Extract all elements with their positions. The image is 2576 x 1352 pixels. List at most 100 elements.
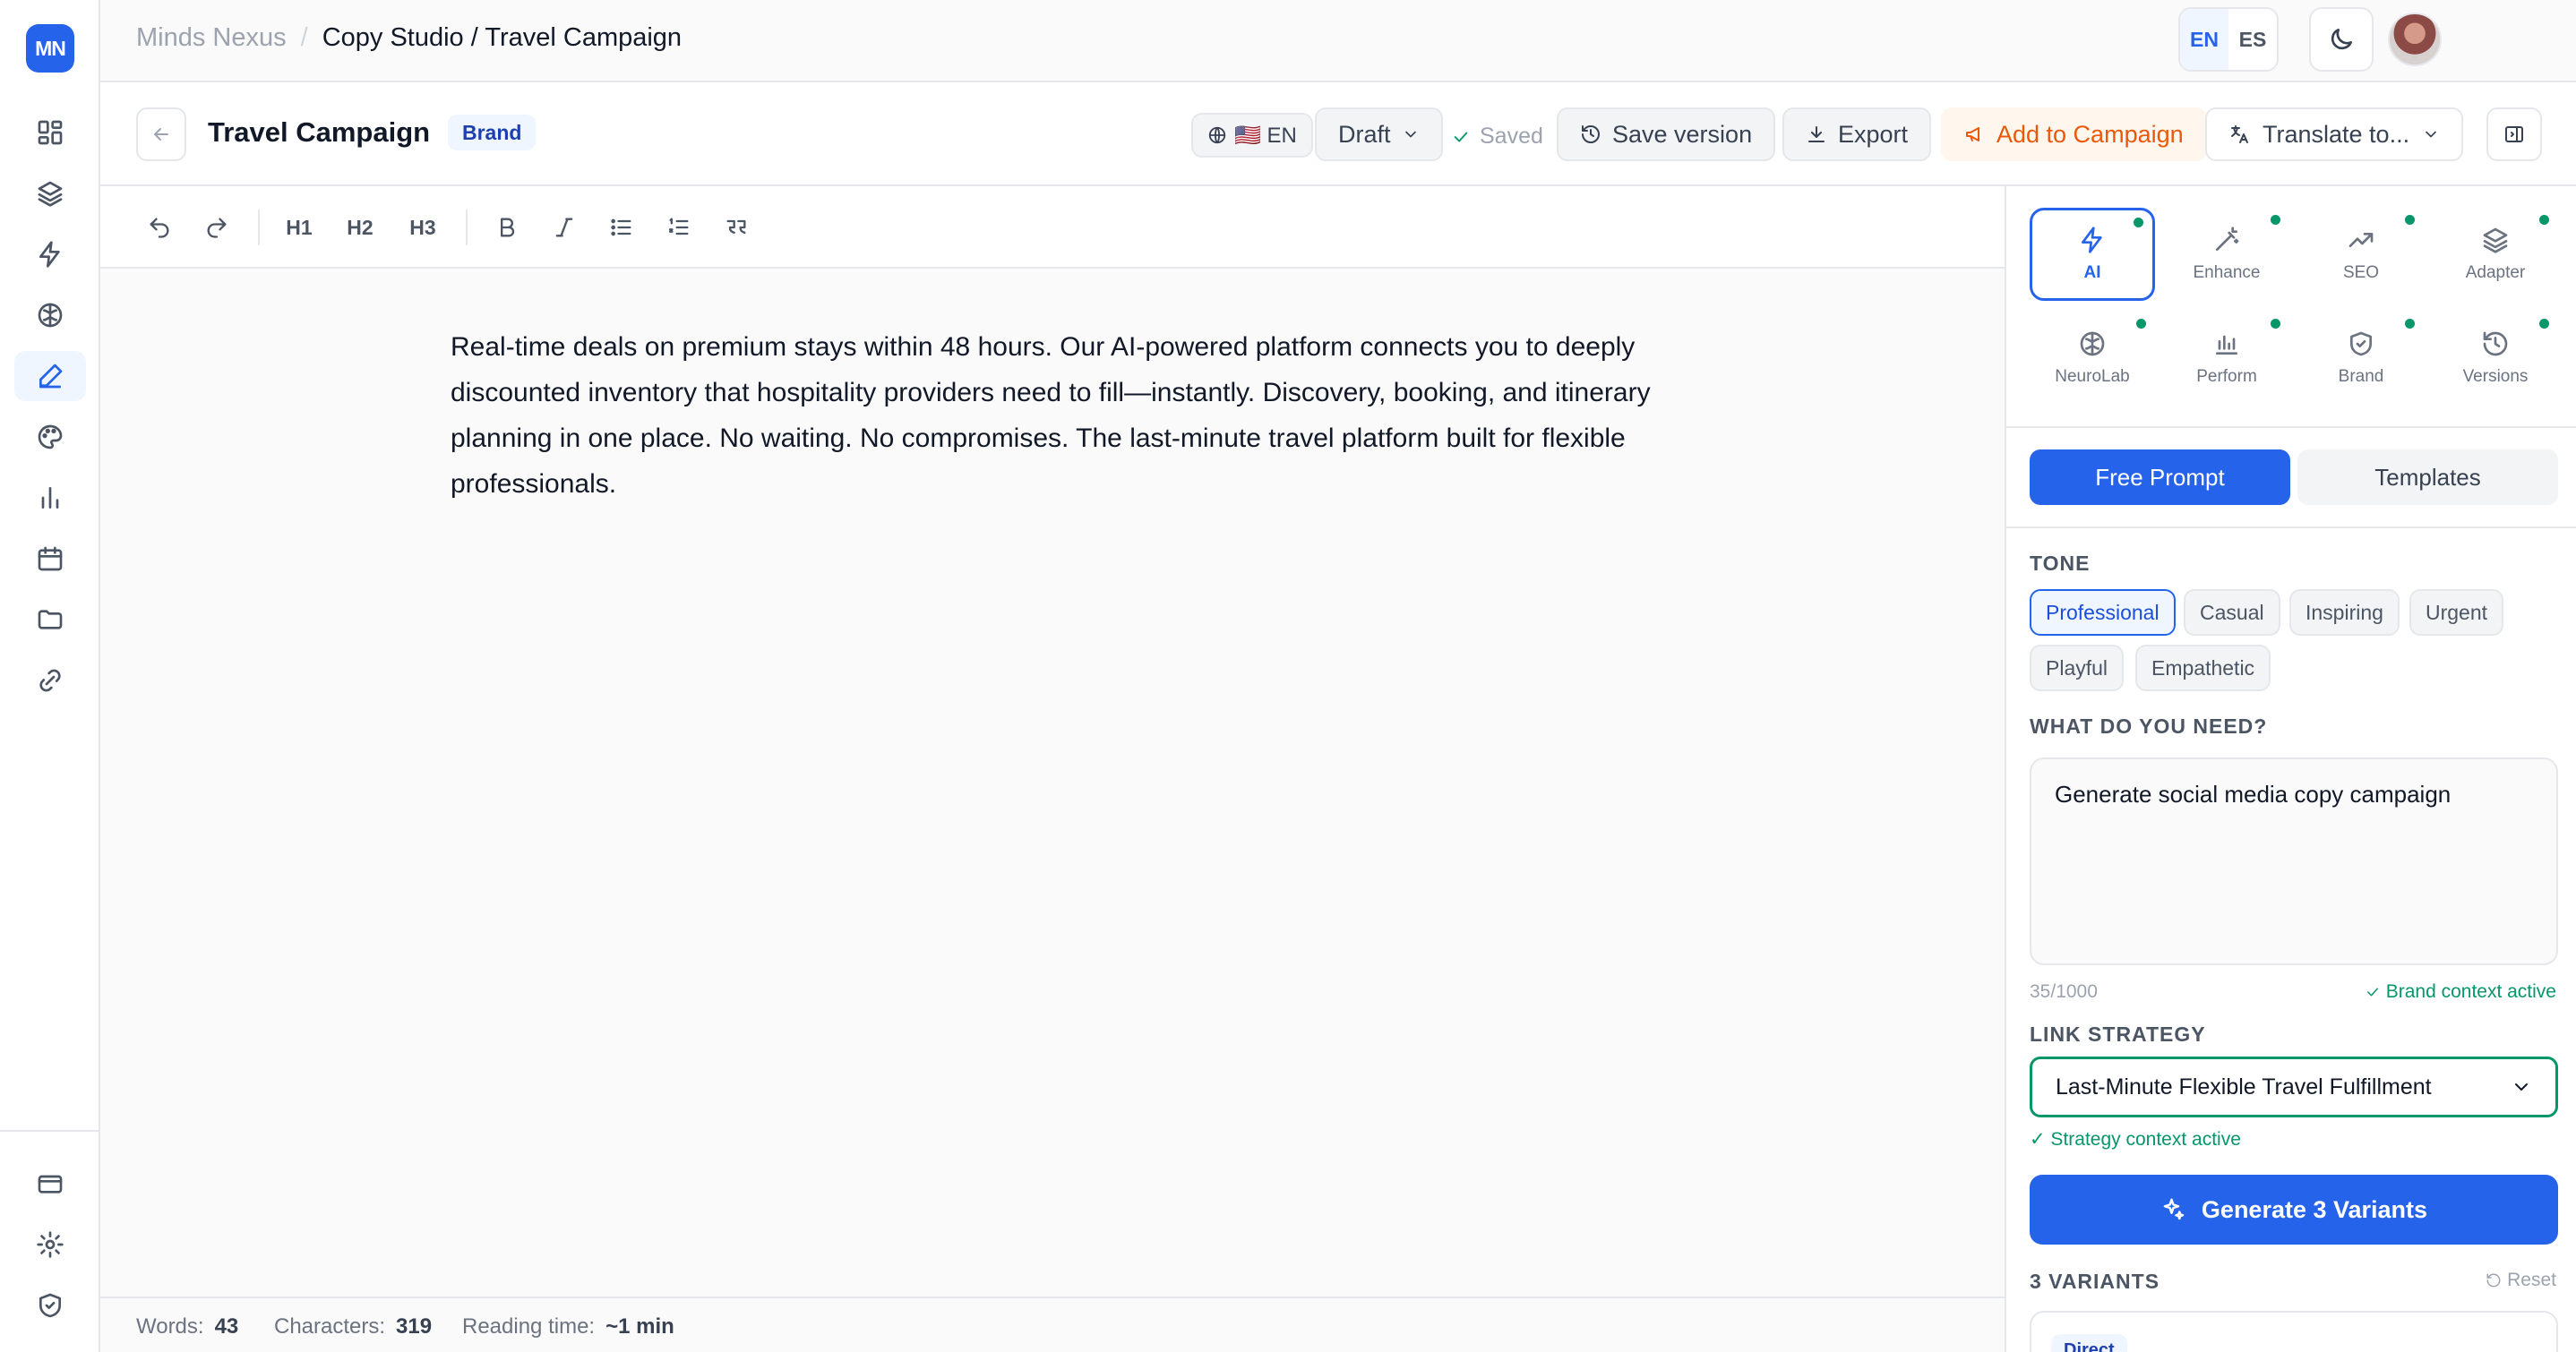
shield-icon [2350, 331, 2372, 356]
bolt-icon [2082, 227, 2102, 253]
status-dropdown[interactable]: Draft [1315, 107, 1443, 161]
brain-icon [2080, 331, 2105, 356]
breadcrumb-root[interactable]: Minds Nexus [136, 23, 287, 53]
editor-canvas[interactable]: Real-time deals on premium stays within … [100, 269, 2005, 1296]
bar-chart-icon [2216, 335, 2237, 355]
tone-chip-playful[interactable]: Playful [2030, 645, 2125, 691]
undo-icon[interactable] [136, 204, 183, 251]
arrow-left-icon [154, 128, 168, 141]
active-dot [2271, 215, 2280, 225]
active-dot [2539, 215, 2549, 225]
palette-icon[interactable] [14, 412, 86, 462]
calendar-icon[interactable] [14, 534, 86, 584]
need-section-label: WHAT DO YOU NEED? [2030, 715, 2268, 738]
tool-versions[interactable]: Versions [2433, 312, 2558, 405]
app-logo[interactable]: MN [26, 24, 74, 73]
tool-label: Adapter [2465, 263, 2526, 282]
chevron-down-icon [2426, 131, 2436, 138]
tool-label: Perform [2196, 367, 2257, 386]
numbered-list-icon[interactable] [656, 204, 702, 251]
reset-label: Reset [2507, 1270, 2556, 1290]
tool-ai[interactable]: AI [2030, 208, 2155, 301]
character-count-value: 319 [396, 1314, 433, 1339]
tab-free-prompt[interactable]: Free Prompt [2030, 449, 2290, 505]
generate-variants-button[interactable]: Generate 3 Variants [2030, 1175, 2558, 1245]
gear-icon[interactable] [14, 1219, 86, 1270]
translate-dropdown[interactable]: Translate to... [2205, 107, 2464, 161]
word-count-label: Words: [136, 1314, 204, 1339]
tone-chip-professional[interactable]: Professional [2030, 589, 2176, 636]
tool-label: AI [2083, 263, 2101, 282]
history-icon [1582, 124, 1600, 143]
tool-adapter[interactable]: Adapter [2433, 208, 2558, 301]
link-strategy-value: Last-Minute Flexible Travel Fulfillment [2056, 1074, 2432, 1100]
pen-icon[interactable] [14, 351, 86, 401]
panel-divider [2006, 526, 2576, 528]
panel-divider [2006, 426, 2576, 428]
save-version-button[interactable]: Save version [1557, 107, 1776, 161]
globe-icon [1208, 126, 1226, 144]
active-dot [2539, 319, 2549, 329]
generate-label: Generate 3 Variants [2201, 1195, 2428, 1223]
word-count-value: 43 [214, 1314, 239, 1339]
tone-section-label: TONE [2030, 552, 2091, 575]
moon-icon [2331, 29, 2352, 50]
tone-chip-urgent[interactable]: Urgent [2409, 589, 2504, 636]
link-strategy-select[interactable]: Last-Minute Flexible Travel Fulfillment [2030, 1057, 2558, 1117]
tool-brand[interactable]: Brand [2298, 312, 2424, 405]
heading-1-button[interactable]: H1 [276, 204, 322, 251]
heading-3-button[interactable]: H3 [399, 204, 446, 251]
status-bar: Words: 43 Characters: 319 Reading time: ~1 … [100, 1296, 2005, 1352]
tool-perform[interactable]: Perform [2164, 312, 2289, 405]
tool-seo[interactable]: SEO [2298, 208, 2424, 301]
dashboard-icon[interactable] [14, 107, 86, 158]
italic-icon[interactable] [541, 204, 588, 251]
tool-enhance[interactable]: Enhance [2164, 208, 2289, 301]
avatar[interactable] [2388, 13, 2442, 66]
theme-toggle-button[interactable] [2309, 7, 2374, 72]
add-to-campaign-button[interactable]: Add to Campaign [1941, 107, 2207, 161]
tab-templates[interactable]: Templates [2297, 449, 2558, 505]
link-icon[interactable] [14, 655, 86, 706]
bolt-icon[interactable] [14, 229, 86, 279]
back-button[interactable] [136, 107, 186, 161]
export-button[interactable]: Export [1782, 107, 1932, 161]
brain-icon[interactable] [14, 290, 86, 340]
sparkles-icon [2163, 1198, 2185, 1220]
lang-es-button[interactable]: ES [2228, 9, 2277, 70]
megaphone-icon [1966, 127, 1979, 141]
document-tag: Brand [448, 115, 537, 150]
document-language-badge[interactable]: 🇺🇸 EN [1191, 113, 1313, 158]
heading-2-button[interactable]: H2 [337, 204, 383, 251]
breadcrumb-current: Copy Studio / Travel Campaign [322, 23, 683, 52]
tone-chip-empathetic[interactable]: Empathetic [2135, 645, 2271, 691]
brand-context-indicator: Brand context active [2365, 981, 2556, 1003]
language-switch: EN ES [2178, 7, 2279, 72]
variant-card[interactable]: Direct [2030, 1311, 2558, 1352]
tool-neurolab[interactable]: NeuroLab [2030, 312, 2155, 405]
document-header: Travel Campaign Brand 🇺🇸 EN Draft Saved … [100, 82, 2576, 186]
bold-icon[interactable] [484, 204, 530, 251]
prompt-input[interactable]: Generate social media copy campaign [2030, 757, 2558, 965]
tone-chip-inspiring[interactable]: Inspiring [2289, 589, 2400, 636]
layers-icon[interactable] [14, 168, 86, 218]
format-toolbar: H1 H2 H3 [100, 186, 2005, 269]
shield-check-icon[interactable] [14, 1280, 86, 1331]
magic-wand-icon [2216, 227, 2239, 251]
toggle-panel-button[interactable] [2486, 107, 2542, 161]
word-count: Words: 43 [136, 1314, 238, 1339]
left-nav-rail: MN [0, 0, 100, 1352]
credit-card-icon[interactable] [14, 1159, 86, 1209]
quote-icon[interactable] [713, 204, 760, 251]
folder-icon[interactable] [14, 595, 86, 645]
redo-icon[interactable] [193, 204, 240, 251]
tool-label: Versions [2462, 367, 2529, 386]
reset-button[interactable]: Reset [2486, 1270, 2556, 1291]
lang-en-button[interactable]: EN [2180, 9, 2228, 70]
bar-chart-icon[interactable] [14, 473, 86, 523]
strategy-context-indicator: ✓ Strategy context active [2030, 1129, 2241, 1150]
bullet-list-icon[interactable] [598, 204, 645, 251]
editor-content[interactable]: Real-time deals on premium stays within … [451, 324, 1687, 507]
layers-icon [2483, 227, 2508, 253]
tone-chip-casual[interactable]: Casual [2184, 589, 2280, 636]
